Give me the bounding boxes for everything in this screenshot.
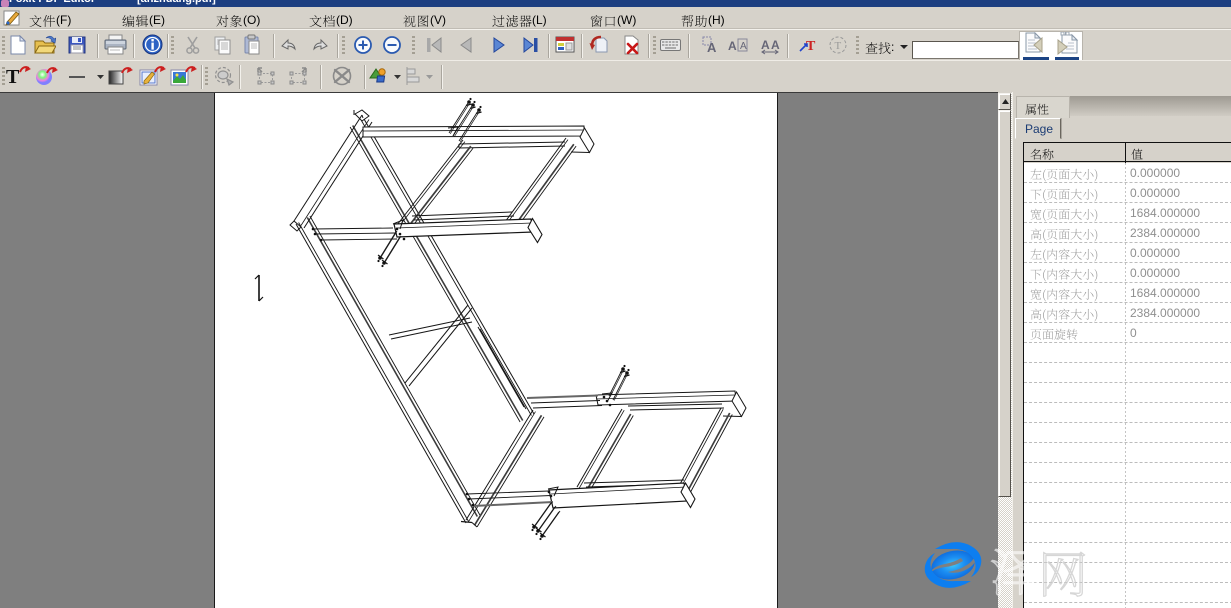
svg-text:A: A xyxy=(728,39,737,53)
svg-text:T: T xyxy=(835,40,842,52)
svg-text:T: T xyxy=(806,39,816,54)
svg-text:A: A xyxy=(761,38,770,52)
svg-text:T: T xyxy=(6,66,20,86)
svg-text:A: A xyxy=(707,40,717,55)
svg-text:A: A xyxy=(740,41,747,52)
